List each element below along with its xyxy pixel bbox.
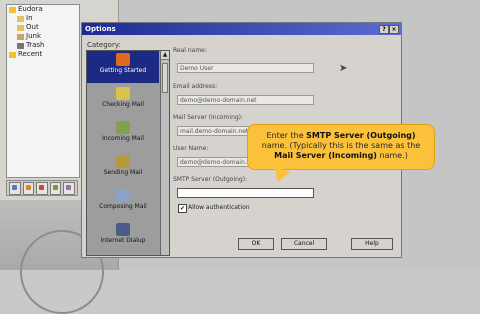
tree-item-out[interactable]: Out bbox=[7, 23, 79, 32]
callout-text: name.) bbox=[379, 151, 408, 160]
checking-mail-icon bbox=[116, 87, 130, 100]
cancel-button[interactable]: Cancel bbox=[281, 238, 327, 250]
address-book-tab-button[interactable] bbox=[49, 182, 62, 195]
inbox-icon bbox=[17, 15, 24, 22]
callout-bold-text: Mail Server (Incoming) bbox=[274, 151, 377, 160]
real-name-label: Real name: bbox=[173, 47, 207, 54]
smtp-server-label: SMTP Server (Outgoing): bbox=[173, 176, 248, 183]
real-name-field[interactable]: Demo User bbox=[177, 63, 314, 73]
address-book-icon bbox=[52, 185, 58, 190]
mail-server-label: Mail Server (Incoming): bbox=[173, 114, 244, 121]
category-label-text: Internet Dialup bbox=[100, 237, 146, 244]
ok-button[interactable]: OK bbox=[238, 238, 274, 250]
incoming-mail-icon bbox=[116, 121, 130, 134]
category-label-text: Incoming Mail bbox=[102, 135, 144, 142]
mailbox-icon bbox=[12, 185, 17, 190]
tree-item-label: Eudora bbox=[18, 5, 43, 13]
category-label-text: Composing Mail bbox=[99, 203, 147, 210]
mailbox-tree: Eudora In Out Junk Trash Recent bbox=[6, 4, 80, 178]
callout-text: name. (Typically this is the same as the bbox=[261, 141, 421, 150]
tree-item-label: Out bbox=[26, 23, 39, 31]
category-list: Getting Started Checking Mail Incoming M… bbox=[86, 50, 170, 256]
tree-item-label: Trash bbox=[26, 41, 45, 49]
user-name-label: User Name: bbox=[173, 145, 209, 152]
category-incoming-mail[interactable]: Incoming Mail bbox=[87, 119, 159, 151]
dialog-titlebar: Options ? × bbox=[82, 23, 401, 35]
folder-icon bbox=[9, 51, 16, 58]
tree-item-recent[interactable]: Recent bbox=[7, 50, 79, 59]
composing-mail-icon bbox=[116, 189, 130, 202]
dialog-title: Options bbox=[85, 25, 116, 33]
scroll-thumb[interactable] bbox=[162, 63, 168, 93]
callout-bold-text: SMTP Server (Outgoing) bbox=[306, 131, 416, 140]
outbox-icon bbox=[17, 24, 24, 31]
help-title-button[interactable]: ? bbox=[379, 25, 389, 34]
help-button[interactable]: Help bbox=[351, 238, 393, 250]
stationery-tab-button[interactable] bbox=[63, 182, 75, 195]
tree-item-label: Recent bbox=[18, 50, 43, 58]
tree-item-junk[interactable]: Junk bbox=[7, 32, 79, 41]
sending-mail-icon bbox=[116, 155, 130, 168]
internet-dialup-icon bbox=[116, 223, 130, 236]
tree-item-trash[interactable]: Trash bbox=[7, 41, 79, 50]
tree-item-eudora[interactable]: Eudora bbox=[7, 5, 79, 14]
category-internet-dialup[interactable]: Internet Dialup bbox=[87, 221, 159, 253]
filter-icon bbox=[25, 185, 31, 190]
category-scrollbar[interactable]: ▲ bbox=[160, 51, 169, 255]
callout-text: Enter the bbox=[266, 131, 304, 140]
category-composing-mail[interactable]: Composing Mail bbox=[87, 187, 159, 219]
mailboxes-tab-button[interactable] bbox=[9, 182, 21, 195]
stationery-icon bbox=[66, 185, 72, 190]
category-checking-mail[interactable]: Checking Mail bbox=[87, 85, 159, 117]
close-icon: × bbox=[391, 26, 397, 33]
mouse-cursor-icon: ➤ bbox=[339, 63, 348, 74]
category-label: Category: bbox=[87, 41, 121, 49]
folder-icon bbox=[9, 6, 16, 13]
getting-started-icon bbox=[116, 53, 130, 66]
email-field[interactable]: demo@demo-domain.net bbox=[177, 95, 314, 105]
search-icon bbox=[39, 185, 45, 190]
close-button[interactable]: × bbox=[389, 25, 399, 34]
help-icon: ? bbox=[382, 26, 386, 33]
allow-authentication-label: Allow authentication bbox=[188, 204, 250, 211]
category-getting-started[interactable]: Getting Started bbox=[87, 51, 159, 83]
scroll-up-icon[interactable]: ▲ bbox=[161, 51, 169, 60]
filters-tab-button[interactable] bbox=[22, 182, 35, 195]
smtp-server-field[interactable] bbox=[177, 188, 314, 198]
junk-icon bbox=[17, 33, 24, 40]
email-label: Email address: bbox=[173, 83, 218, 90]
trash-icon bbox=[17, 42, 24, 49]
category-label-text: Getting Started bbox=[99, 67, 147, 74]
tree-item-label: In bbox=[26, 14, 33, 22]
tree-item-in[interactable]: In bbox=[7, 14, 79, 23]
tree-item-label: Junk bbox=[26, 32, 41, 40]
tutorial-callout: Enter the SMTP Server (Outgoing) name. (… bbox=[247, 124, 435, 170]
category-sending-mail[interactable]: Sending Mail bbox=[87, 153, 159, 185]
tool-strip bbox=[6, 180, 78, 196]
category-label-text: Sending Mail bbox=[103, 169, 143, 176]
search-tab-button[interactable] bbox=[36, 182, 48, 195]
allow-authentication-checkbox[interactable]: ✔ bbox=[178, 204, 187, 213]
category-label-text: Checking Mail bbox=[102, 101, 144, 108]
